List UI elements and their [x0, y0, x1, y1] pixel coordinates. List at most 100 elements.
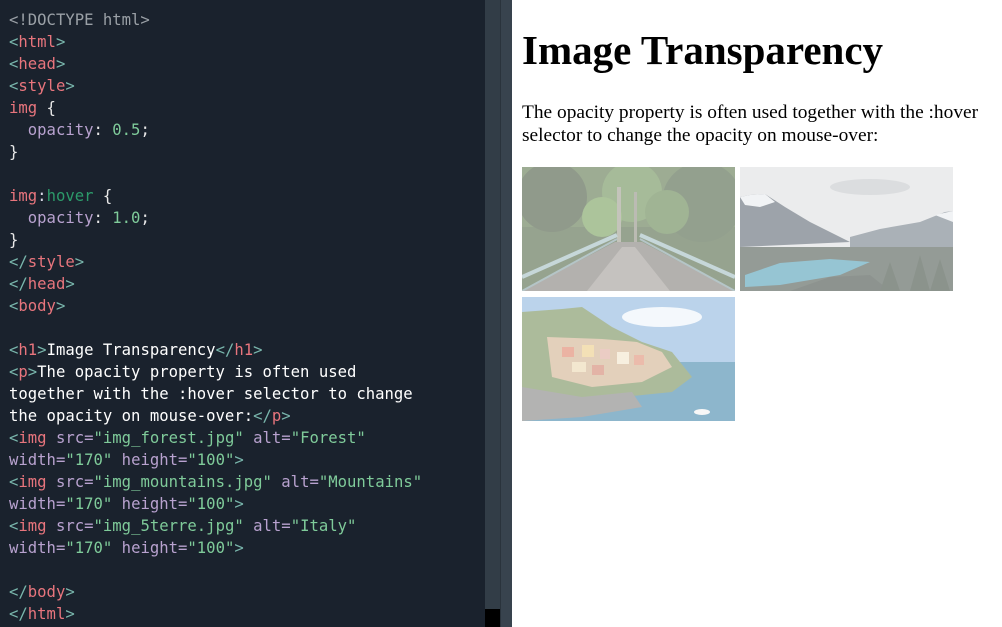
code-token-attr: =	[178, 539, 188, 557]
code-token-br: <	[9, 429, 19, 447]
code-token-br: >	[65, 275, 75, 293]
code-token-attr: =	[84, 429, 94, 447]
code-token-br: >	[65, 605, 75, 623]
code-token-tag: h1	[234, 341, 254, 359]
code-token-br: <	[9, 517, 19, 535]
code-token-attr: =	[84, 473, 94, 491]
code-token-str: "img_mountains.jpg"	[93, 473, 272, 491]
code-token-tag: img	[18, 473, 47, 491]
code-line: </html>	[9, 603, 485, 625]
code-token-attr: =	[55, 451, 66, 469]
preview-heading: Image Transparency	[522, 27, 884, 73]
code-token-attr: alt	[243, 429, 282, 447]
code-token-br: >	[234, 539, 244, 557]
code-token-br: <	[9, 473, 19, 491]
code-content[interactable]: <!DOCTYPE html> <html> <head> <style> img { …	[0, 0, 485, 625]
code-line: width="170" height="100">	[9, 537, 485, 559]
code-token-tag: p	[271, 407, 282, 425]
code-token-str: "100"	[187, 451, 235, 469]
code-token-punc: }	[9, 231, 19, 249]
code-token-attr: src	[46, 429, 85, 447]
code-token-sel: img	[9, 187, 38, 205]
code-token-attr: height	[112, 539, 179, 557]
code-token-text: the opacity on mouse-over:	[9, 407, 254, 425]
pane-resize-divider[interactable]	[501, 0, 512, 627]
code-token-attr: =	[178, 495, 188, 513]
image-forest[interactable]	[522, 167, 735, 291]
code-token-br: <	[9, 341, 19, 359]
image-mountains[interactable]	[740, 167, 953, 291]
result-preview: Image Transparency The opacity property …	[512, 0, 1002, 627]
code-token-str: "170"	[65, 451, 113, 469]
code-line: </head>	[9, 273, 485, 295]
code-token-br: </	[9, 605, 28, 623]
code-line: width="170" height="100">	[9, 449, 485, 471]
code-token-br: </	[215, 341, 235, 359]
code-token-str: "img_5terre.jpg"	[93, 517, 244, 535]
code-line: }	[9, 229, 485, 251]
code-token-punc: {	[37, 99, 56, 117]
code-token-attr: alt	[271, 473, 310, 491]
code-line: </body>	[9, 581, 485, 603]
code-line: <img src="img_mountains.jpg" alt="Mounta…	[9, 471, 485, 493]
code-line: together with the :hover selector to cha…	[9, 383, 485, 405]
code-token-punc: {	[93, 187, 113, 205]
code-line: <img src="img_forest.jpg" alt="Forest"	[9, 427, 485, 449]
code-line: <style>	[9, 75, 485, 97]
code-token-br: >	[74, 253, 85, 271]
code-token-br: >	[65, 583, 75, 601]
code-token-br: <	[9, 77, 19, 95]
code-token-br: >	[234, 495, 244, 513]
code-token-str: "Forest"	[290, 429, 366, 447]
code-token-br: <	[9, 55, 19, 73]
code-line: img {	[9, 97, 485, 119]
code-editor[interactable]: <!DOCTYPE html> <html> <head> <style> img { …	[0, 0, 485, 627]
code-token-str: "100"	[187, 495, 235, 513]
code-token-br: <	[9, 33, 19, 51]
forest-bridge-picture	[522, 167, 735, 291]
code-token-br: >	[234, 451, 244, 469]
code-token-br: >	[55, 55, 66, 73]
image-italy[interactable]	[522, 297, 735, 421]
code-line: img:hover {	[9, 185, 485, 207]
code-token-attr: =	[55, 495, 66, 513]
editor-scrollbar[interactable]	[485, 0, 500, 627]
code-token-punc: :	[93, 209, 113, 227]
code-token-br: <	[9, 363, 19, 381]
code-token-br: </	[9, 583, 28, 601]
code-line: opacity: 0.5;	[9, 119, 485, 141]
code-token-tag: html	[18, 33, 56, 51]
code-token-attr: =	[178, 451, 188, 469]
code-token-doc: <!DOCTYPE html>	[9, 11, 150, 29]
code-token-attr: =	[309, 473, 319, 491]
code-token-br: >	[55, 297, 66, 315]
code-line: <!DOCTYPE html>	[9, 9, 485, 31]
code-token-attr: width	[9, 495, 56, 513]
code-line: width="170" height="100">	[9, 493, 485, 515]
code-line: <head>	[9, 53, 485, 75]
code-token-tag: head	[27, 275, 66, 293]
code-token-br: </	[9, 275, 28, 293]
code-token-attr: alt	[243, 517, 282, 535]
editor-scrollbar-thumb[interactable]	[485, 609, 500, 627]
cinque-terre-picture	[522, 297, 735, 421]
code-token-text: The opacity property is often used	[37, 363, 357, 381]
code-token-attr: =	[84, 517, 94, 535]
code-token-tag: h1	[18, 341, 38, 359]
code-token-punc: ;	[140, 121, 150, 139]
code-line: <html>	[9, 31, 485, 53]
code-token-tag: body	[27, 583, 66, 601]
code-token-text: together with the :hover selector to cha…	[9, 385, 413, 403]
code-line: <body>	[9, 295, 485, 317]
code-token-br: >	[281, 407, 291, 425]
code-token-br: >	[37, 341, 47, 359]
code-token-tag: img	[18, 429, 47, 447]
code-token-str: "170"	[65, 539, 113, 557]
code-token-tag: style	[27, 253, 75, 271]
mountains-lake-picture	[740, 167, 953, 291]
code-token-str: "img_forest.jpg"	[93, 429, 244, 447]
code-token-val: 1.0	[112, 209, 141, 227]
